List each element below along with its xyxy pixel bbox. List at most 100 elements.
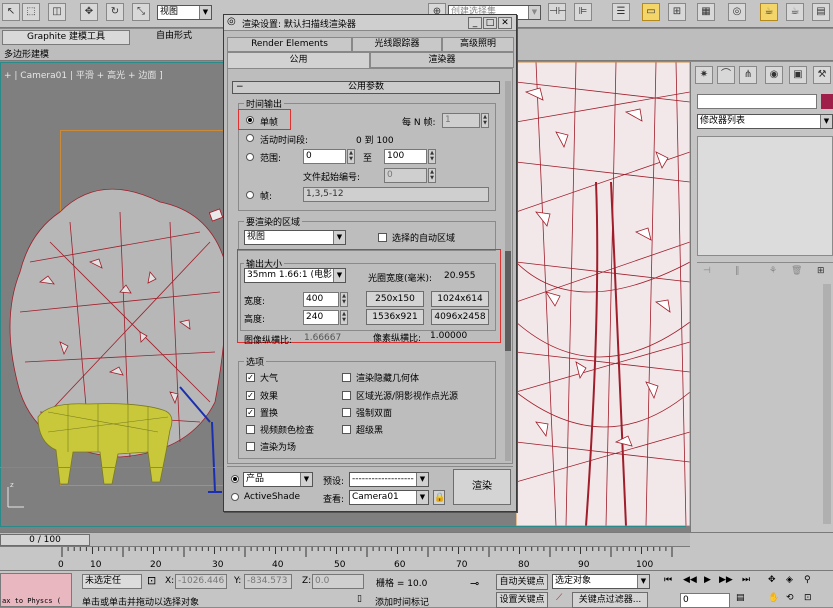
set-key-button[interactable]: 设置关键点 <box>496 592 548 608</box>
lock-selection-icon[interactable]: ⊡ <box>147 574 156 587</box>
area-lights-checkbox[interactable] <box>342 391 351 400</box>
object-color-swatch[interactable] <box>821 94 833 109</box>
production-mode-combo[interactable]: 产品 ▼ <box>243 472 313 487</box>
tab-render-elements[interactable]: Render Elements <box>227 37 352 52</box>
key-filters-button[interactable]: 关键点过滤器... <box>572 592 648 608</box>
video-color-check-checkbox[interactable] <box>246 425 255 434</box>
mirror-icon[interactable]: ⊣⊢ <box>548 3 566 21</box>
remove-modifier-icon[interactable]: 🗑 <box>791 266 802 276</box>
width-spinner[interactable]: ▲ ▼ <box>340 292 348 307</box>
atmospherics-checkbox[interactable]: ✓ <box>246 373 255 382</box>
command-panel-scrollbar[interactable] <box>823 284 831 524</box>
maxscript-listener[interactable]: ax to Physcs ( <box>0 573 72 607</box>
frames-radio[interactable] <box>246 191 254 199</box>
select-icon[interactable]: ↖ <box>2 3 20 21</box>
current-frame-field[interactable]: 0 <box>680 593 730 608</box>
configure-sets-icon[interactable]: ⊞ <box>817 266 825 276</box>
next-frame-icon[interactable]: ▶▶ <box>719 575 733 585</box>
modify-tab-icon[interactable]: ⌒ <box>717 66 735 84</box>
range-to-field[interactable]: 100 <box>384 149 427 164</box>
scale-icon[interactable]: ⤡ <box>132 3 150 21</box>
super-black-checkbox[interactable] <box>342 425 351 434</box>
tab-freeform[interactable]: 自由形式 <box>134 30 214 45</box>
width-field[interactable]: 400 <box>303 292 339 307</box>
orbit-subobject-icon[interactable]: ⟲ <box>786 593 794 603</box>
lock-view-icon[interactable]: 🔒 <box>433 490 445 505</box>
range-to-spinner[interactable]: ▲ ▼ <box>428 149 436 164</box>
tab-raytracer[interactable]: 光线跟踪器 <box>352 37 442 52</box>
preset-combo[interactable]: ------------------- ▼ <box>349 472 429 487</box>
single-frame-radio[interactable] <box>246 116 254 124</box>
every-n-spinner[interactable]: ▲ ▼ <box>481 113 489 128</box>
height-field[interactable]: 240 <box>303 310 339 325</box>
preset-4096x2458-button[interactable]: 4096x2458 <box>431 309 489 325</box>
production-mode-radio[interactable] <box>231 475 239 483</box>
field-of-view-icon[interactable]: ✋ <box>768 593 779 603</box>
force-2sided-label[interactable]: 强制双面 <box>356 406 392 419</box>
range-from-field[interactable]: 0 <box>303 149 346 164</box>
render-to-fields-checkbox[interactable] <box>246 442 255 451</box>
rollout-header[interactable]: − 公用参数 <box>232 81 500 94</box>
frames-label[interactable]: 帧: <box>260 189 272 202</box>
move-icon[interactable]: ✥ <box>80 3 98 21</box>
auto-key-button[interactable]: 自动关键点 <box>496 574 548 590</box>
dialog-scroll-thumb[interactable] <box>505 251 511 351</box>
selected-object-combo[interactable]: 选定对象 ▼ <box>552 574 650 589</box>
prev-frame-icon[interactable]: ◀◀ <box>683 575 697 585</box>
preset-1536x921-button[interactable]: 1536x921 <box>366 309 424 325</box>
area-lights-label[interactable]: 区域光源/阴影视作点光源 <box>356 389 458 402</box>
output-preset-combo[interactable]: 35mm 1.66:1 (电影) ▼ <box>244 268 346 283</box>
modifier-list[interactable]: 修改器列表 ▼ <box>697 114 833 129</box>
auto-region-label[interactable]: 选择的自动区域 <box>392 231 455 244</box>
time-slider-thumb[interactable]: 0 / 100 <box>0 534 90 546</box>
render-hidden-label[interactable]: 渲染隐藏几何体 <box>356 371 419 384</box>
tab-graphite[interactable]: Graphite 建模工具 <box>2 30 130 45</box>
z-coordinate[interactable]: 0.0 <box>312 574 364 589</box>
activeshade-mode-radio[interactable] <box>231 493 239 501</box>
close-button[interactable]: ✕ <box>498 17 512 29</box>
render-hidden-checkbox[interactable] <box>342 373 351 382</box>
activeshade-mode-label[interactable]: ActiveShade <box>244 492 300 502</box>
object-name-field[interactable] <box>697 94 817 109</box>
active-segment-label[interactable]: 活动时间段: <box>260 133 308 146</box>
view-combo[interactable]: Camera01 ▼ <box>349 490 429 505</box>
active-shade-icon[interactable]: ▤ <box>812 3 830 21</box>
schematic-icon[interactable]: ⊞ <box>668 3 686 21</box>
play-icon[interactable]: ▶ <box>704 575 711 585</box>
render-production-icon[interactable]: ☕ <box>786 3 804 21</box>
hierarchy-tab-icon[interactable]: ⋔ <box>739 66 757 84</box>
pan-icon[interactable]: ✥ <box>768 575 776 585</box>
layer-icon[interactable]: ☰ <box>612 3 630 21</box>
maximize-button[interactable]: □ <box>483 17 497 29</box>
utilities-tab-icon[interactable]: ⚒ <box>813 66 831 84</box>
graph-editor-icon[interactable]: ▭ <box>642 3 660 21</box>
auto-region-checkbox[interactable] <box>378 233 387 242</box>
zoom-icon[interactable]: ⚲ <box>804 575 811 585</box>
rotate-icon[interactable]: ↻ <box>106 3 124 21</box>
effects-checkbox[interactable]: ✓ <box>246 391 255 400</box>
preset-250x150-button[interactable]: 250x150 <box>366 291 424 307</box>
tab-renderer[interactable]: 渲染器 <box>370 52 514 68</box>
make-unique-icon[interactable]: ⚘ <box>769 266 777 276</box>
force-2sided-checkbox[interactable] <box>342 408 351 417</box>
dialog-scrollbar[interactable] <box>505 81 511 461</box>
align-icon[interactable]: ⊫ <box>574 3 592 21</box>
material-editor-icon[interactable]: ▦ <box>697 3 715 21</box>
render-button[interactable]: 渲染 <box>453 469 511 505</box>
render-area-combo[interactable]: 视图 ▼ <box>244 230 346 245</box>
reference-coord-select[interactable]: 视图 ▼ <box>157 5 212 20</box>
render-setup-icon[interactable]: ◎ <box>728 3 746 21</box>
render-to-fields-label[interactable]: 渲染为场 <box>260 440 296 453</box>
effects-label[interactable]: 效果 <box>260 389 278 402</box>
maximize-viewport-icon[interactable]: ⊡ <box>804 593 812 603</box>
range-radio[interactable] <box>246 153 254 161</box>
x-coordinate[interactable]: -1026.446 <box>175 574 227 589</box>
file-start-spinner[interactable]: ▲ ▼ <box>428 168 436 183</box>
motion-tab-icon[interactable]: ◉ <box>765 66 783 84</box>
show-end-result-icon[interactable]: ‖ <box>735 266 740 276</box>
super-black-label[interactable]: 超级黑 <box>356 423 383 436</box>
atmospherics-label[interactable]: 大气 <box>260 371 278 384</box>
pin-stack-icon[interactable]: ⊣ <box>703 266 711 276</box>
key-mode-icon[interactable]: ⊸ <box>470 577 479 590</box>
rect-select-icon[interactable]: ⬚ <box>22 3 40 21</box>
